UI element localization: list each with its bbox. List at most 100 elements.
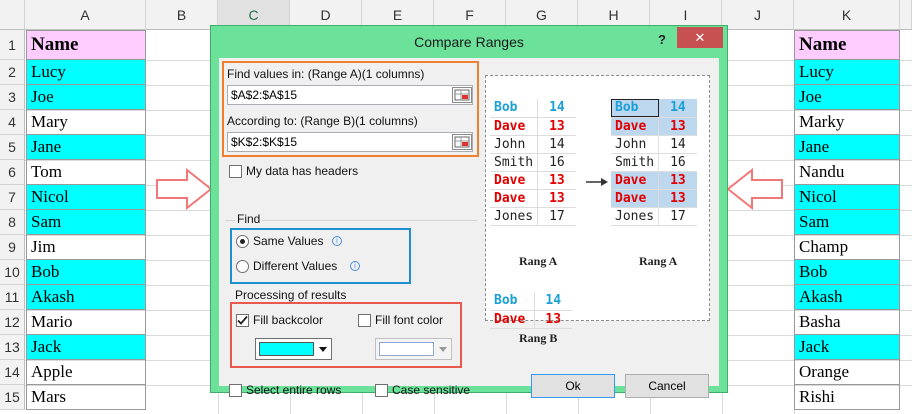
cell-a12[interactable]: Mario <box>26 310 146 335</box>
row-header-1[interactable]: 1 <box>0 30 25 60</box>
fill-backcolor-label: Fill backcolor <box>253 313 324 327</box>
row-header-7[interactable]: 7 <box>0 185 25 210</box>
preview-name: Dave <box>490 171 538 190</box>
info-icon[interactable]: i <box>350 261 360 271</box>
different-values-label: Different Values <box>253 259 338 273</box>
according-to-label: According to: (Range B)(1 columns) <box>227 114 418 128</box>
cell-a2[interactable]: Lucy <box>26 60 146 85</box>
cancel-button[interactable]: Cancel <box>625 374 709 398</box>
select-rows-checkbox[interactable] <box>229 384 242 397</box>
cell-a4[interactable]: Mary <box>26 110 146 135</box>
cell-k10[interactable]: Bob <box>794 260 900 285</box>
find-values-label: Find values in: (Range A)(1 columns) <box>227 67 425 81</box>
column-header-j[interactable]: J <box>722 0 794 30</box>
preview-name: Dave <box>611 171 659 190</box>
row-header-5[interactable]: 5 <box>0 135 25 160</box>
cell-k12[interactable]: Basha <box>794 310 900 335</box>
select-all-corner[interactable] <box>0 0 25 30</box>
select-rows-label: Select entire rows <box>246 383 342 397</box>
find-group <box>225 220 477 221</box>
preview-name: John <box>490 135 538 154</box>
cell-a10[interactable]: Bob <box>26 260 146 285</box>
close-button[interactable]: ✕ <box>677 27 723 48</box>
help-button[interactable]: ? <box>653 32 671 50</box>
preview-name: Bob <box>490 292 534 311</box>
cell-a1-header[interactable]: Name <box>26 30 146 60</box>
row-header-9[interactable]: 9 <box>0 235 25 260</box>
preview-name: Dave <box>611 117 659 136</box>
case-sensitive-checkbox[interactable] <box>375 384 388 397</box>
same-values-radio[interactable] <box>236 235 249 248</box>
cell-k5[interactable]: Jane <box>794 135 900 160</box>
cell-k15[interactable]: Rishi <box>794 385 900 410</box>
headers-checkbox[interactable] <box>229 165 242 178</box>
range-picker-icon <box>454 136 470 148</box>
preview-value: 13 <box>537 189 576 208</box>
cell-a7[interactable]: Nicol <box>26 185 146 210</box>
info-icon[interactable]: i <box>332 236 342 246</box>
row-header-14[interactable]: 14 <box>0 360 25 385</box>
row-header-8[interactable]: 8 <box>0 210 25 235</box>
headers-label: My data has headers <box>246 164 359 178</box>
row-header-6[interactable]: 6 <box>0 160 25 185</box>
row-header-12[interactable]: 12 <box>0 310 25 335</box>
row-header-10[interactable]: 10 <box>0 260 25 285</box>
cell-k9[interactable]: Champ <box>794 235 900 260</box>
cell-a14[interactable]: Apple <box>26 360 146 385</box>
cell-a9[interactable]: Jim <box>26 235 146 260</box>
cell-k7[interactable]: Nicol <box>794 185 900 210</box>
preview-name: Jones <box>611 207 659 226</box>
preview-value: 13 <box>658 117 697 136</box>
cell-a15[interactable]: Mars <box>26 385 146 410</box>
cell-k1-header[interactable]: Name <box>794 30 900 60</box>
preview-name: Bob <box>611 99 659 118</box>
cell-a6[interactable]: Tom <box>26 160 146 185</box>
cell-a3[interactable]: Joe <box>26 85 146 110</box>
preview-name: Smith <box>490 153 538 172</box>
backcolor-picker[interactable] <box>255 338 332 360</box>
processing-group-label: Processing of results <box>235 288 347 302</box>
column-header-k[interactable]: K <box>794 0 900 30</box>
arrow-icon <box>586 178 608 186</box>
chevron-down-icon <box>319 347 327 352</box>
row-header-2[interactable]: 2 <box>0 60 25 85</box>
row-header-13[interactable]: 13 <box>0 335 25 360</box>
cell-k14[interactable]: Orange <box>794 360 900 385</box>
cell-k8[interactable]: Sam <box>794 210 900 235</box>
same-values-label: Same Values <box>253 234 324 248</box>
cell-a13[interactable]: Jack <box>26 335 146 360</box>
different-values-radio[interactable] <box>236 260 249 273</box>
fill-backcolor-checkbox[interactable] <box>236 314 249 327</box>
range-a-picker-button[interactable] <box>452 87 472 103</box>
column-header-a[interactable]: A <box>25 0 146 30</box>
cell-k2[interactable]: Lucy <box>794 60 900 85</box>
range-b-input[interactable]: $K$2:$K$15 <box>227 132 473 152</box>
preview-value: 14 <box>533 292 572 311</box>
cell-k4[interactable]: Marky <box>794 110 900 135</box>
backcolor-swatch <box>259 342 314 356</box>
cell-k3[interactable]: Joe <box>794 85 900 110</box>
preview-name: Dave <box>490 310 534 329</box>
row-header-4[interactable]: 4 <box>0 110 25 135</box>
cell-k6[interactable]: Nandu <box>794 160 900 185</box>
cell-k13[interactable]: Jack <box>794 335 900 360</box>
range-b-picker-button[interactable] <box>452 134 472 150</box>
cell-a11[interactable]: Akash <box>26 285 146 310</box>
checkmark-icon <box>237 315 248 325</box>
fill-font-color-checkbox[interactable] <box>358 314 371 327</box>
row-header-15[interactable]: 15 <box>0 385 25 410</box>
cell-a5[interactable]: Jane <box>26 135 146 160</box>
row-header-11[interactable]: 11 <box>0 285 25 310</box>
cell-a8[interactable]: Sam <box>26 210 146 235</box>
row-header-3[interactable]: 3 <box>0 85 25 110</box>
chevron-down-icon <box>439 347 447 352</box>
range-a-input[interactable]: $A$2:$A$15 <box>227 85 473 105</box>
preview-name: Dave <box>490 117 538 136</box>
column-header-b[interactable]: B <box>146 0 218 30</box>
case-sensitive-label: Case sensitive <box>392 383 471 397</box>
preview-range-b-table: Bob 14 Dave 13 <box>490 292 572 329</box>
ok-button[interactable]: Ok <box>531 374 615 398</box>
preview-value: 13 <box>533 310 572 329</box>
preview-value: 16 <box>658 153 697 172</box>
cell-k11[interactable]: Akash <box>794 285 900 310</box>
